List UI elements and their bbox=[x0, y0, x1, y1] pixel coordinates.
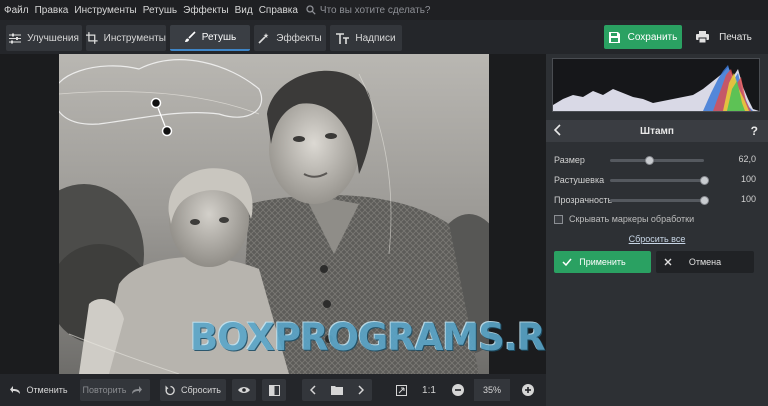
brush-icon bbox=[184, 31, 196, 42]
sliders-icon bbox=[9, 33, 22, 43]
printer-icon bbox=[696, 31, 710, 43]
tab-enhancements[interactable]: Улучшения bbox=[6, 25, 82, 51]
opacity-value: 100 bbox=[740, 194, 756, 204]
menu-tools[interactable]: Инструменты bbox=[74, 5, 136, 16]
tab-retouch[interactable]: Ретушь bbox=[170, 25, 250, 51]
fit-screen-icon bbox=[395, 384, 407, 396]
undo-button[interactable]: Отменить bbox=[6, 379, 72, 401]
save-label: Сохранить bbox=[627, 31, 678, 43]
undo-icon bbox=[10, 385, 21, 394]
menu-help[interactable]: Справка bbox=[259, 5, 298, 16]
crop-icon bbox=[86, 32, 98, 44]
eye-icon bbox=[238, 387, 250, 393]
redo-label: Повторить bbox=[82, 385, 127, 395]
slider-thumb[interactable] bbox=[644, 156, 654, 165]
opacity-slider-row: Прозрачность 100 bbox=[554, 192, 760, 208]
redo-icon bbox=[132, 385, 143, 394]
menu-view[interactable]: Вид bbox=[235, 5, 253, 16]
magic-wand-icon bbox=[258, 33, 269, 44]
search-field[interactable]: Что вы хотите сделать? bbox=[306, 4, 431, 16]
cancel-label: Отмена bbox=[688, 257, 722, 267]
reset-all-link[interactable]: Сбросить все bbox=[546, 234, 768, 244]
tab-label: Надписи bbox=[355, 32, 396, 44]
print-label: Печать bbox=[719, 31, 752, 43]
menu-edit[interactable]: Правка bbox=[35, 5, 69, 16]
feather-slider[interactable] bbox=[610, 176, 709, 185]
menu-bar: Файл Правка Инструменты Ретушь Эффекты В… bbox=[0, 0, 768, 20]
stamp-target-marker bbox=[161, 125, 173, 137]
tool-title: Штамп bbox=[640, 125, 674, 137]
save-button[interactable]: Сохранить bbox=[604, 25, 682, 49]
search-icon bbox=[306, 5, 316, 15]
histogram-graph bbox=[553, 65, 759, 111]
cancel-button[interactable]: Отмена bbox=[656, 251, 754, 273]
chevron-left-icon[interactable] bbox=[554, 124, 562, 136]
tab-tools[interactable]: Инструменты bbox=[86, 25, 166, 51]
menu-retouch[interactable]: Ретушь bbox=[143, 5, 177, 16]
tab-label: Эффекты bbox=[276, 32, 322, 44]
redo-button[interactable]: Повторить bbox=[80, 379, 150, 401]
slider-thumb[interactable] bbox=[699, 176, 709, 185]
zoom-in-button[interactable] bbox=[518, 379, 538, 401]
size-value: 62,0 bbox=[738, 154, 756, 164]
tab-captions[interactable]: Надписи bbox=[330, 25, 402, 51]
menu-effects[interactable]: Эффекты bbox=[183, 5, 228, 16]
fit-screen-button[interactable] bbox=[392, 379, 410, 401]
reset-button[interactable]: Сбросить bbox=[160, 379, 226, 401]
zoom-out-button[interactable] bbox=[448, 379, 468, 401]
search-placeholder: Что вы хотите сделать? bbox=[319, 4, 431, 16]
main-toolbar: Улучшения Инструменты Ретушь Эффекты Над… bbox=[0, 20, 768, 54]
size-slider-row: Размер 62,0 bbox=[554, 152, 760, 168]
opacity-slider[interactable] bbox=[610, 196, 709, 205]
zoom-in-icon bbox=[522, 384, 534, 396]
image-canvas[interactable]: BOXPROGRAMS.RU bbox=[0, 54, 574, 374]
tool-header: Штамп ? bbox=[546, 120, 768, 142]
apply-label: Применить bbox=[579, 257, 626, 267]
tab-label: Инструменты bbox=[103, 32, 166, 44]
feather-label: Растушевка bbox=[554, 175, 605, 185]
folder-icon[interactable] bbox=[331, 385, 343, 395]
hide-markers-checkbox-row[interactable]: Скрывать маркеры обработки bbox=[554, 214, 694, 224]
undo-label: Отменить bbox=[26, 385, 68, 395]
print-button[interactable]: Печать bbox=[688, 25, 760, 49]
reset-label: Сбросить bbox=[180, 385, 221, 395]
floppy-disk-icon bbox=[608, 31, 620, 43]
zoom-level[interactable]: 35% bbox=[474, 379, 510, 401]
stamp-source-marker bbox=[150, 97, 162, 109]
tab-label: Улучшения bbox=[27, 32, 79, 44]
opacity-label: Прозрачность bbox=[554, 195, 613, 205]
tab-effects[interactable]: Эффекты bbox=[254, 25, 326, 51]
hide-markers-label: Скрывать маркеры обработки bbox=[569, 214, 695, 224]
chevron-left-icon[interactable] bbox=[310, 385, 317, 395]
watermark: BOXPROGRAMS.RU bbox=[190, 316, 574, 359]
apply-button[interactable]: Применить bbox=[554, 251, 651, 273]
hide-markers-checkbox[interactable] bbox=[554, 214, 563, 224]
close-icon bbox=[664, 258, 672, 266]
reset-icon bbox=[165, 385, 175, 395]
slider-thumb[interactable] bbox=[699, 196, 709, 205]
bottom-bar: Отменить Повторить Сбросить 1:1 35% bbox=[0, 374, 546, 406]
tab-label: Ретушь bbox=[201, 31, 237, 43]
compare-icon bbox=[268, 384, 280, 396]
right-panel: Штамп ? Размер 62,0 Растушевка 100 Прозр… bbox=[546, 54, 768, 406]
size-label: Размер bbox=[554, 155, 585, 165]
feather-value: 100 bbox=[740, 174, 756, 184]
file-navigation bbox=[302, 379, 372, 401]
size-slider[interactable] bbox=[610, 156, 704, 165]
help-button[interactable]: ? bbox=[751, 124, 758, 138]
actual-size-button[interactable]: 1:1 bbox=[418, 379, 440, 401]
feather-slider-row: Растушевка 100 bbox=[554, 172, 760, 188]
histogram bbox=[552, 58, 760, 112]
compare-button[interactable] bbox=[262, 379, 286, 401]
menu-file[interactable]: Файл bbox=[4, 5, 29, 16]
zoom-out-icon bbox=[452, 384, 464, 396]
checkmark-icon bbox=[562, 258, 572, 266]
preview-button[interactable] bbox=[232, 379, 256, 401]
text-icon bbox=[336, 32, 350, 44]
chevron-right-icon[interactable] bbox=[357, 385, 364, 395]
